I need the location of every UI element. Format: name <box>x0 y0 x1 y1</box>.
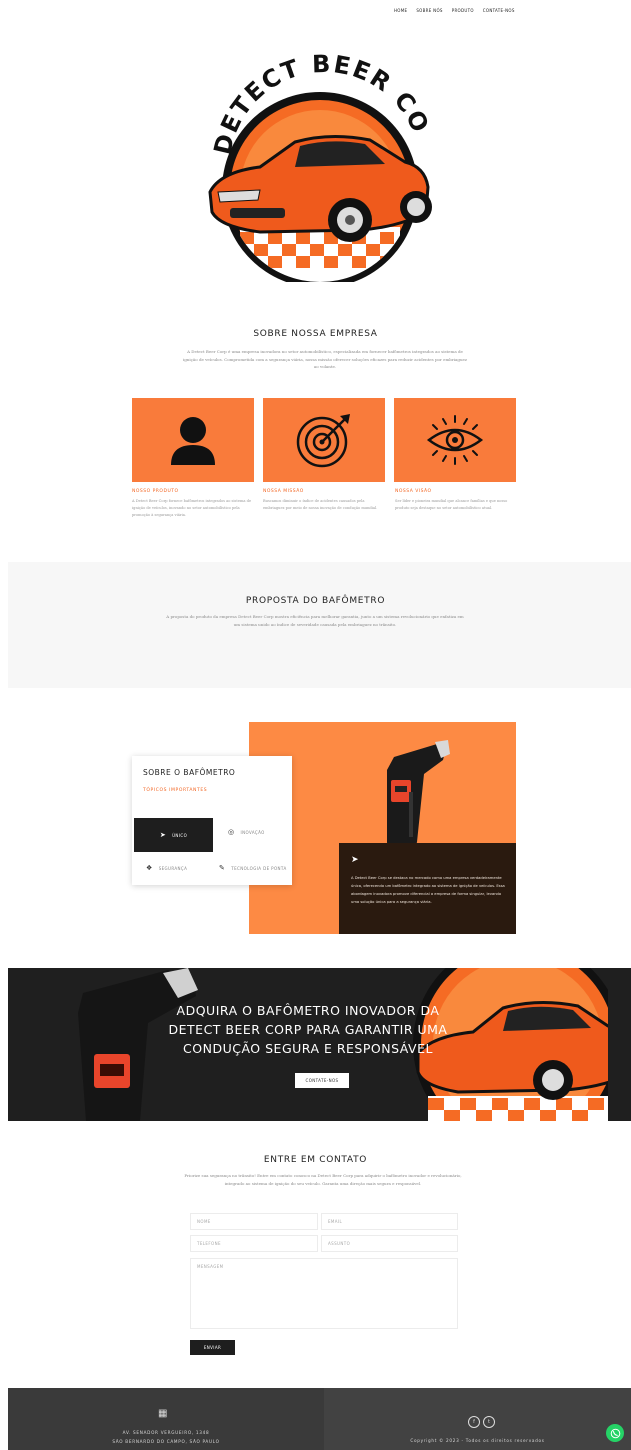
contact-text: Priorize sua segurança no trânsito! Entr… <box>184 1173 462 1186</box>
tab-innovation[interactable]: ◎ INOVAÇÃO <box>228 828 265 836</box>
twitter-icon[interactable]: t <box>483 1416 495 1428</box>
target-icon <box>296 414 350 468</box>
contact-title: ENTRE EM CONTATO <box>263 1155 368 1165</box>
tab-unique[interactable]: ➤ ÚNICO <box>134 818 213 852</box>
pencil-icon: ✎ <box>219 864 226 872</box>
send-button[interactable]: ENVIAR <box>190 1340 235 1355</box>
tab-safety-label: SEGURANÇA <box>158 865 188 871</box>
tab-technology[interactable]: ✎ TECNOLOGIA DE PONTA <box>219 864 287 872</box>
address-line1: AV. SENADOR VERGUEIRO, 1348 <box>122 1430 210 1435</box>
about-product-subtitle: TÓPICOS IMPORTANTES <box>143 788 208 793</box>
tab-unique-label: ÚNICO <box>172 832 188 838</box>
eye-icon <box>426 415 484 465</box>
subject-field[interactable]: ASSUNTO <box>321 1235 458 1252</box>
address-line2: SÃO BERNARDO DO CAMPO, SÃO PAULO <box>112 1439 220 1444</box>
card-vision-title: NOSSA VISÃO <box>395 489 432 494</box>
card-product-image <box>132 398 254 482</box>
nav-contact[interactable]: CONTATE-NOS <box>483 8 515 13</box>
product-description-box: ➤ A Detect Beer Corp se destaca no merca… <box>339 843 516 934</box>
banner-contact-button[interactable]: CONTATE-NOS <box>295 1073 349 1088</box>
user-icon <box>171 417 215 465</box>
nav-about[interactable]: SOBRE NÓS <box>416 8 442 13</box>
map-icon: ▦ <box>158 1408 168 1419</box>
card-product-title: NOSSO PRODUTO <box>132 489 179 494</box>
whatsapp-icon <box>610 1428 620 1438</box>
tab-safety[interactable]: ❖ SEGURANÇA <box>146 864 187 872</box>
copyright: Copyright © 2023 - Todos os direitos res… <box>410 1438 545 1443</box>
rocket-icon: ➤ <box>351 854 359 864</box>
card-mission-text: Buscamos diminuir o índice de acidentes … <box>263 499 378 510</box>
cta-banner: ADQUIRA O BAFÔMETRO INOVADOR DA DETECT B… <box>8 968 631 1121</box>
card-vision-image <box>394 398 516 482</box>
target-icon: ◎ <box>228 828 235 836</box>
card-product-text: A Detect Beer Corp fornece bafômetros in… <box>132 499 252 517</box>
tab-technology-label: TECNOLOGIA DE PONTA <box>231 865 287 871</box>
email-field[interactable]: EMAIL <box>321 1213 458 1230</box>
facebook-icon[interactable]: f <box>468 1416 480 1428</box>
name-field[interactable]: NOME <box>190 1213 318 1230</box>
main-nav: HOME SOBRE NÓS PRODUTO CONTATE-NOS <box>394 8 515 13</box>
card-mission-image <box>263 398 385 482</box>
proposal-title: PROPOSTA DO BAFÔMETRO <box>245 596 386 606</box>
product-description: A Detect Beer Corp se destaca no mercado… <box>351 876 505 904</box>
phone-field[interactable]: TELEFONE <box>190 1235 318 1252</box>
tab-innovation-label: INOVAÇÃO <box>240 829 265 835</box>
banner-headline: ADQUIRA O BAFÔMETRO INOVADOR DA DETECT B… <box>168 1003 448 1056</box>
leaf-icon: ❖ <box>146 864 153 872</box>
nav-product[interactable]: PRODUTO <box>452 8 474 13</box>
card-vision-text: Ser líder e pioneira mundial que alcance… <box>395 499 508 510</box>
about-text: A Detect Beer Corp é uma empresa inovado… <box>182 349 468 369</box>
about-product-title: SOBRE O BAFÔMETRO <box>143 768 236 777</box>
about-product-card: SOBRE O BAFÔMETRO TÓPICOS IMPORTANTES ➤ … <box>132 756 292 885</box>
card-mission-title: NOSSA MISSÃO <box>263 489 304 494</box>
footer-address: ▦ AV. SENADOR VERGUEIRO, 1348 SÃO BERNAR… <box>8 1388 324 1450</box>
whatsapp-button[interactable] <box>606 1424 624 1442</box>
about-title: SOBRE NOSSA EMPRESA <box>253 329 378 339</box>
nav-home[interactable]: HOME <box>394 8 407 13</box>
message-field[interactable]: MENSAGEM <box>190 1258 458 1329</box>
logo: DETECT BEER CORP <box>190 20 440 288</box>
proposal-text: A proposta do produto da empresa Detect … <box>166 614 464 627</box>
rocket-icon: ➤ <box>159 831 167 839</box>
